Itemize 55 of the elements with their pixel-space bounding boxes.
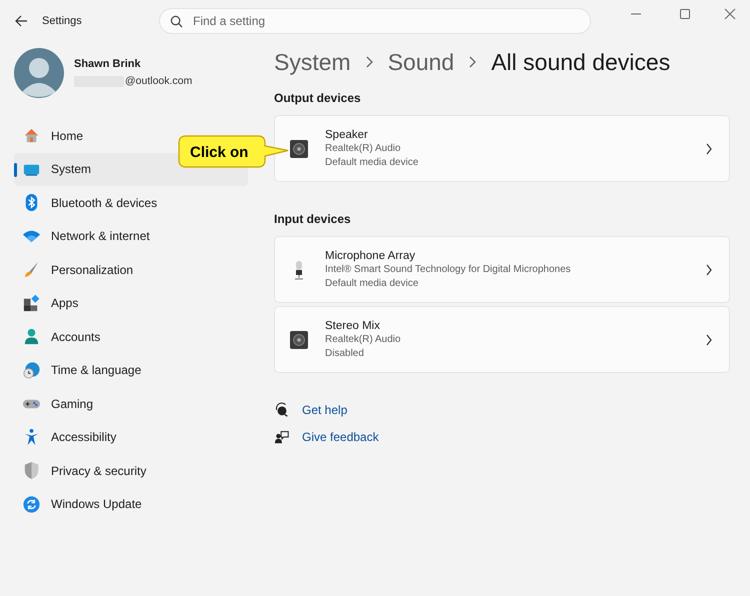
breadcrumb-link[interactable]: Sound bbox=[388, 44, 454, 80]
device-card[interactable]: Stereo Mix Realtek(R) Audio Disabled bbox=[274, 306, 730, 373]
device-name: Microphone Array bbox=[325, 248, 416, 262]
user-email: @outlook.com bbox=[125, 74, 192, 89]
nav-item[interactable]: Bluetooth & devices bbox=[14, 186, 248, 220]
nav-item[interactable]: Privacy & security bbox=[14, 454, 248, 488]
nav-item[interactable]: Accounts bbox=[14, 320, 248, 354]
close-button[interactable] bbox=[723, 7, 737, 21]
sync-icon bbox=[22, 494, 41, 514]
feedback-icon bbox=[274, 428, 290, 446]
chevron-icon bbox=[468, 56, 478, 68]
nav-item[interactable]: Accessibility bbox=[14, 420, 248, 454]
section-heading: Input devices bbox=[274, 211, 352, 228]
device-name: Stereo Mix bbox=[325, 318, 381, 332]
device-status: Default media device bbox=[325, 276, 420, 290]
speaker-icon bbox=[289, 330, 309, 350]
speaker-icon bbox=[289, 138, 309, 158]
nav-item[interactable]: Network & internet bbox=[14, 220, 248, 253]
user-name: Shawn Brink bbox=[74, 57, 142, 72]
maximize-icon bbox=[678, 7, 692, 21]
device-driver: Intel® Smart Sound Technology for Digital Microphones bbox=[325, 262, 572, 276]
apps-icon bbox=[22, 294, 41, 313]
chevron-icon bbox=[705, 264, 713, 276]
breadcrumb-link[interactable]: System bbox=[274, 44, 351, 80]
window-title: Settings bbox=[42, 14, 82, 29]
person-icon bbox=[22, 327, 41, 346]
chevron-icon bbox=[364, 56, 374, 68]
chevron-icon bbox=[705, 334, 713, 346]
nav-item[interactable]: Time & language bbox=[14, 354, 248, 387]
device-card[interactable]: Microphone Array Intel® Smart Sound Technology for Digital Microphones Default media device bbox=[274, 236, 730, 303]
back-arrow-icon bbox=[14, 14, 28, 28]
nav-item[interactable]: Personalization bbox=[14, 253, 248, 286]
device-name: Speaker bbox=[325, 128, 369, 142]
chevron-icon bbox=[705, 142, 713, 154]
nav-item[interactable]: Gaming bbox=[14, 387, 248, 420]
minimize-icon bbox=[631, 13, 641, 15]
globe-clock-icon bbox=[22, 360, 41, 380]
nav-item[interactable]: Windows Update bbox=[14, 488, 248, 521]
section-heading: Output devices bbox=[274, 90, 362, 107]
close-icon bbox=[723, 7, 737, 21]
avatar bbox=[14, 48, 64, 98]
device-card[interactable]: Speaker Realtek(R) Audio Default media device bbox=[274, 115, 730, 182]
nav-item[interactable]: Apps bbox=[14, 286, 248, 320]
link[interactable]: Give feedback bbox=[302, 428, 379, 446]
shield-icon bbox=[22, 461, 41, 480]
page-title: All sound devices bbox=[491, 48, 670, 77]
maximize-button[interactable] bbox=[678, 7, 692, 21]
search-field[interactable]: Find a setting bbox=[159, 8, 591, 34]
device-driver: Realtek(R) Audio bbox=[325, 332, 402, 346]
search-icon bbox=[170, 14, 183, 28]
help-icon bbox=[274, 401, 290, 419]
device-status: Disabled bbox=[325, 346, 365, 360]
device-driver: Realtek(R) Audio bbox=[325, 142, 402, 156]
device-status: Default media device bbox=[325, 156, 420, 170]
link[interactable]: Get help bbox=[302, 401, 348, 419]
